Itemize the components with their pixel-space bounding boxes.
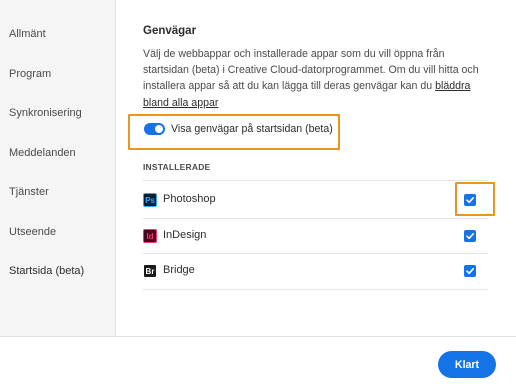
done-button[interactable]: Klart <box>438 351 496 378</box>
toggle-knob <box>155 125 163 133</box>
settings-sidebar: Allmänt Program Synkronisering Meddeland… <box>0 0 116 336</box>
highlight-box-checkbox <box>455 182 495 216</box>
section-description: Välj de webbappar och installerade appar… <box>143 46 483 111</box>
indesign-icon: Id <box>143 229 157 243</box>
section-title: Genvägar <box>143 25 197 37</box>
divider <box>143 180 488 181</box>
bridge-icon: Br <box>143 264 157 278</box>
checkmark-icon <box>466 268 474 275</box>
indesign-checkbox[interactable] <box>464 230 476 242</box>
sidebar-item-sync[interactable]: Synkronisering <box>9 107 82 119</box>
app-row-indesign: Id InDesign <box>143 218 488 254</box>
divider <box>143 289 488 290</box>
sidebar-item-home-beta[interactable]: Startsida (beta) <box>9 265 84 277</box>
show-shortcuts-toggle-row: Visa genvägar på startsidan (beta) <box>144 123 333 135</box>
app-name: Bridge <box>163 264 195 276</box>
app-name: Photoshop <box>163 193 216 205</box>
sidebar-item-apps[interactable]: Program <box>9 68 51 80</box>
sidebar-item-notifications[interactable]: Meddelanden <box>9 147 76 159</box>
checkmark-icon <box>466 233 474 240</box>
toggle-label: Visa genvägar på startsidan (beta) <box>171 123 333 135</box>
installed-heading: INSTALLERADE <box>143 162 211 172</box>
bridge-checkbox[interactable] <box>464 265 476 277</box>
sidebar-item-general[interactable]: Allmänt <box>9 28 46 40</box>
show-shortcuts-toggle[interactable] <box>144 123 165 135</box>
sidebar-item-appearance[interactable]: Utseende <box>9 226 56 238</box>
dialog-footer: Klart <box>0 336 516 386</box>
photoshop-icon: Ps <box>143 193 157 207</box>
settings-content: Genvägar Välj de webbappar och installer… <box>116 0 516 336</box>
app-name: InDesign <box>163 229 207 241</box>
description-text: Välj de webbappar och installerade appar… <box>143 48 479 93</box>
app-row-photoshop: Ps Photoshop <box>143 182 488 218</box>
app-row-bridge: Br Bridge <box>143 253 488 289</box>
sidebar-item-services[interactable]: Tjänster <box>9 186 49 198</box>
